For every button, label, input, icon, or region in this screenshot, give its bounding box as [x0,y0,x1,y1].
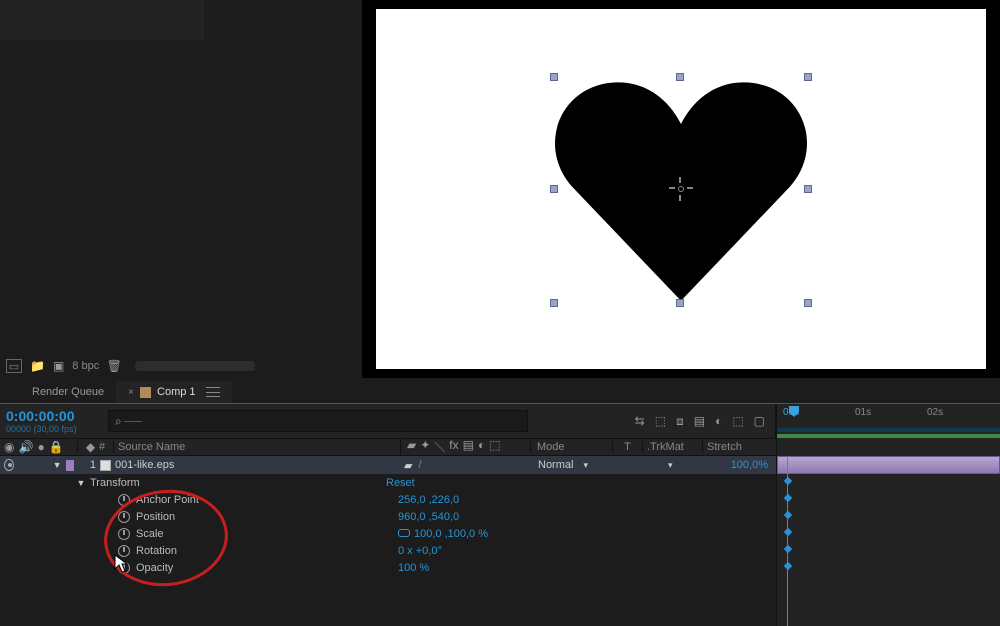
position-value[interactable]: 960,0 ,540,0 [398,511,459,523]
graph-icon[interactable]: ⧈ [676,415,684,427]
switch-mb-icon[interactable]: ▤ [463,439,474,455]
stopwatch-icon[interactable] [118,511,130,523]
lock-col-icon[interactable]: 🔒 [49,441,64,453]
current-timecode: 0:00:00:00 [6,408,102,424]
folder-icon[interactable]: 📁 [30,360,45,372]
ruler-label-1: 01s [855,407,871,418]
anchor-point-icon[interactable] [671,179,691,199]
label-col-icon[interactable]: ◆ [86,441,95,453]
ruler-label-2: 02s [927,407,943,418]
col-num[interactable]: # [99,441,105,453]
search-icon: ⌕ [115,415,122,427]
blend-mode-dropdown[interactable]: Normal▾ [538,459,614,471]
current-time-block[interactable]: 0:00:00:00 00000 (30,00 fps) [0,406,108,436]
trash-icon[interactable]: 🗑 [107,359,121,373]
project-panel: ▭ 📁 ▣ 8 bpc 🗑 [0,0,362,378]
transform-reset[interactable]: Reset [386,477,415,489]
layer-twirl-icon[interactable]: ▼ [53,460,62,470]
box-icon[interactable]: ⬚ [655,415,666,427]
shy-toggle-icon[interactable]: ⇆ [635,415,645,427]
switch-adj-icon[interactable]: ◐ [478,439,485,455]
keyframe-marker [784,545,792,553]
keyframe-marker [784,477,792,485]
stopwatch-icon[interactable] [118,494,130,506]
scale-value[interactable]: 100,0 ,100,0 % [398,528,488,540]
link-icon[interactable] [398,529,410,537]
speaker-col-icon[interactable]: 🔊 [18,441,33,453]
rect-icon[interactable]: ▭ [6,359,22,373]
tab-comp[interactable]: × Comp 1 [116,381,231,403]
eye-col-icon[interactable]: ◉ [4,441,14,453]
frames-subtitle: 00000 (30,00 fps) [6,424,102,434]
col-source-name[interactable]: Source Name [114,441,400,453]
project-scrollbar[interactable] [135,361,255,371]
cursor-icon [114,554,130,574]
layer-stretch[interactable]: 100,0% [704,459,776,471]
stopwatch-icon[interactable] [118,528,130,540]
keyframe-marker [784,528,792,536]
layer-duration-bar[interactable] [777,456,1000,474]
timeline-tabs: Render Queue × Comp 1 [0,378,1000,404]
switch-fx-icon[interactable]: fx [449,439,458,455]
timeline-search[interactable]: ⌕ [108,410,528,432]
marker-icon[interactable]: ▢ [754,415,765,427]
opacity-value[interactable]: 100 % [398,562,429,574]
timeline-track-area[interactable] [776,456,1000,626]
col-trkmat[interactable]: .TrkMat [642,441,702,453]
prop-scale[interactable]: Scale 100,0 ,100,0 % [0,525,776,542]
visibility-toggle[interactable] [4,459,14,471]
layer-row-1[interactable]: ▼ 1 001-like.eps ▰/ Normal▾ ▾ 100,0% [0,456,776,474]
col-t[interactable]: T [612,441,642,453]
transform-group[interactable]: ▼ Transform Reset [0,474,776,491]
tab-render-queue[interactable]: Render Queue [20,381,116,403]
col-mode[interactable]: Mode [530,441,612,453]
prop-position[interactable]: Position 960,0 ,540,0 [0,508,776,525]
switch-star-icon[interactable]: ✦ [420,439,430,455]
transform-label: Transform [90,477,386,489]
switch-shy-icon[interactable]: ▰ [407,439,416,455]
ruler-label-0: 00s [783,407,799,418]
bpc-label[interactable]: 8 bpc [72,360,99,372]
project-footer: ▭ 📁 ▣ 8 bpc 🗑 [0,354,362,378]
layer-index: 1 [78,459,100,471]
new-comp-icon[interactable]: ▣ [53,360,64,372]
comp-canvas[interactable] [376,9,986,369]
layer-color-label[interactable] [66,460,74,471]
time-ruler[interactable]: 00s 01s 02s [776,404,1000,438]
composition-viewer[interactable] [362,0,1000,378]
switch-3d-icon[interactable]: ⬚ [489,439,500,455]
keyframe-marker [784,494,792,502]
transform-twirl-icon[interactable]: ▼ [76,478,86,488]
anchor-value[interactable]: 256,0 ,226,0 [398,494,459,506]
col-stretch[interactable]: Stretch [702,441,774,453]
keyframe-marker [784,562,792,570]
brain-icon[interactable]: ⬚ [732,415,743,427]
solo-col-icon[interactable]: ● [37,441,44,453]
rotation-value[interactable]: 0 x +0,0° [398,545,442,557]
trkmat-dropdown[interactable]: ▾ [668,460,673,470]
frame-blend-icon[interactable]: ▤ [694,415,705,427]
layer-name[interactable]: 001-like.eps [115,459,174,471]
prop-anchor-point[interactable]: Anchor Point 256,0 ,226,0 [0,491,776,508]
file-icon [100,460,111,471]
panel-menu-icon[interactable] [206,387,220,397]
motion-blur-icon[interactable]: ◐ [715,415,722,427]
comp-icon [140,387,151,398]
close-icon[interactable]: × [128,387,134,398]
keyframe-marker [784,511,792,519]
